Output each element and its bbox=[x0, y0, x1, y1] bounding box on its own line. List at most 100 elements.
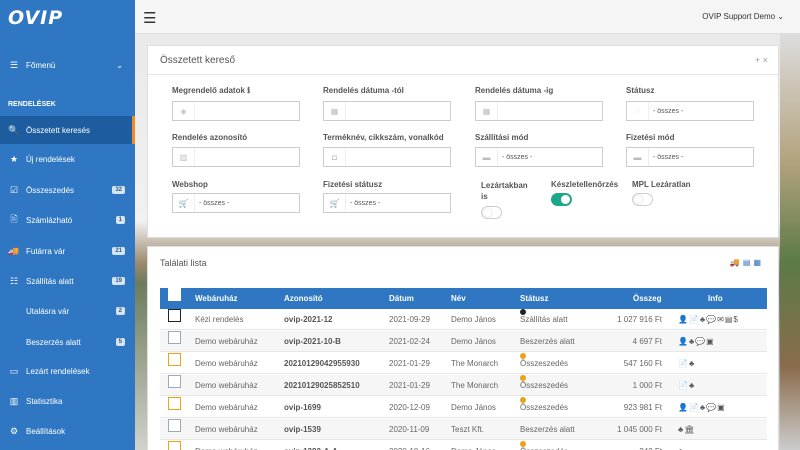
shipping-select[interactable]: ▬ - összes - bbox=[475, 147, 603, 167]
status-text: Összeszedés bbox=[520, 381, 569, 390]
sidebar-item-invoiceable[interactable]: 🖹 Számlázható 1 bbox=[0, 206, 135, 234]
payment-select[interactable]: ▬ - összes - bbox=[626, 147, 754, 167]
sidebar: OVIP ☰ Főmenü ⌄ RENDELÉSEK 🔍 Összetett k… bbox=[0, 0, 135, 450]
sidebar-item-main-menu[interactable]: ☰ Főmenü ⌄ bbox=[0, 51, 135, 79]
column-header[interactable]: Összeg bbox=[633, 288, 661, 309]
cell-order-id[interactable]: ovip-1699 bbox=[284, 397, 321, 418]
sidebar-item-statistics[interactable]: ▥ Statisztika bbox=[0, 387, 135, 415]
sidebar-item-closed-orders[interactable]: ▭ Lezárt rendelések bbox=[0, 357, 135, 385]
stock-check-toggle[interactable] bbox=[551, 193, 572, 206]
sidebar-item-label: Összetett keresés bbox=[26, 125, 91, 135]
date-to-field[interactable]: ▦ bbox=[475, 101, 603, 121]
product-field[interactable]: ◘ bbox=[323, 147, 451, 167]
cell-order-id[interactable]: 20210129025852510 bbox=[284, 375, 360, 396]
cell-amount: 923 981 Ft bbox=[623, 403, 662, 412]
info-icon[interactable]: ℹ bbox=[247, 86, 250, 95]
user-menu[interactable]: OVIP Support Demo ⌄ bbox=[702, 12, 784, 21]
webshop-select[interactable]: 🛒 - összes - bbox=[172, 193, 300, 213]
sidebar-item-label: Beszerzés alatt bbox=[26, 337, 81, 347]
status-text: Beszerzés alatt bbox=[520, 337, 575, 346]
cell-amount: 1 000 Ft bbox=[632, 381, 662, 390]
table-icon[interactable]: ▤ bbox=[743, 258, 754, 267]
cell-info-icons[interactable]: 📄♣ bbox=[678, 353, 695, 374]
cell-info-icons[interactable]: 👤📄♣💬▣ bbox=[678, 397, 726, 418]
payment-status-select[interactable]: 🛒 - összes - bbox=[323, 193, 451, 213]
sidebar-item-label: Statisztika bbox=[26, 396, 63, 406]
mpl-unlocked-toggle[interactable] bbox=[632, 193, 653, 206]
table-row[interactable]: Demo webáruház ovip-1699 2020-12-09 Demo Já… bbox=[160, 397, 767, 418]
cell-order-id[interactable]: ovip-1539 bbox=[284, 419, 321, 440]
sidebar-item-advanced-search[interactable]: 🔍 Összetett keresés bbox=[0, 116, 135, 144]
select-all-checkbox[interactable] bbox=[168, 288, 181, 301]
column-header[interactable]: Státusz bbox=[520, 288, 548, 309]
hamburger-icon[interactable]: ☰ bbox=[143, 9, 156, 27]
cell-order-id[interactable]: ovip-1382-A-A bbox=[284, 441, 338, 450]
cell-date: 2020-11-09 bbox=[389, 425, 430, 434]
cell-name: The Monarch bbox=[451, 381, 499, 390]
row-checkbox[interactable] bbox=[168, 331, 181, 344]
row-checkbox[interactable] bbox=[168, 375, 181, 388]
cell-date: 2021-01-29 bbox=[389, 381, 430, 390]
cell-info-icons[interactable]: 👤📄♣💬✉▤$ bbox=[678, 309, 739, 330]
table-row[interactable]: Kézi rendelés ovip-2021-12 2021-09-29 Demo … bbox=[160, 309, 767, 330]
truck-icon[interactable]: 🚚 bbox=[730, 258, 743, 267]
cell-name: The Monarch bbox=[451, 359, 499, 368]
status-select[interactable]: ◌ - összes - bbox=[626, 101, 754, 121]
sidebar-item-label: Szállítás alatt bbox=[26, 276, 74, 286]
locked-toggle[interactable] bbox=[481, 206, 502, 219]
sidebar-item-procurement[interactable]: Beszerzés alatt 5 bbox=[0, 328, 135, 356]
table-row[interactable]: Demo webáruház 20210129025852510 2021-01-2… bbox=[160, 375, 767, 396]
row-checkbox[interactable] bbox=[168, 419, 181, 432]
cell-info-icons[interactable]: 👤♣💬▣ bbox=[678, 331, 715, 352]
count-badge: 21 bbox=[112, 247, 125, 255]
date-from-field[interactable]: ▦ bbox=[323, 101, 451, 121]
truck-icon: ▬ bbox=[476, 148, 498, 166]
column-header[interactable]: Azonosító bbox=[284, 288, 323, 309]
cell-order-id[interactable]: ovip-2021-12 bbox=[284, 309, 332, 330]
select-value: - összes - bbox=[199, 199, 230, 207]
sidebar-item-settings[interactable]: ⚙ Beállítások bbox=[0, 417, 135, 445]
cell-webshop: Demo webáruház bbox=[195, 337, 258, 346]
advanced-search-panel: Összetett kereső + × Megrendelő adatok ℹ… bbox=[147, 45, 779, 238]
row-checkbox[interactable] bbox=[168, 353, 181, 366]
mpl-unlocked-label: MPL Lezáratlan bbox=[632, 180, 691, 189]
customer-field[interactable]: ◈ bbox=[172, 101, 300, 121]
cell-info-icons[interactable]: 📄♣ bbox=[678, 375, 695, 396]
sidebar-item-awaiting-transfer[interactable]: Utalásra vár 2 bbox=[0, 297, 135, 325]
row-checkbox[interactable] bbox=[168, 441, 181, 450]
grid-icon[interactable]: ▦ bbox=[753, 258, 764, 267]
label-text: Megrendelő adatok bbox=[172, 86, 245, 95]
table-row[interactable]: Demo webáruház 20210129042955930 2021-01-2… bbox=[160, 353, 767, 374]
cell-info-icons[interactable]: ♣🏛 bbox=[678, 419, 695, 440]
cell-info-icons[interactable]: ♣ bbox=[678, 441, 684, 450]
gear-icon: ⚙ bbox=[9, 425, 19, 436]
table-row[interactable]: Demo webáruház ovip-1539 2020-11-09 Teszt K… bbox=[160, 419, 767, 440]
toggle-knob bbox=[634, 195, 643, 204]
status-text: Szállítás alatt bbox=[520, 315, 568, 324]
column-header[interactable]: Webáruház bbox=[195, 288, 238, 309]
ovip-logo[interactable]: OVIP bbox=[0, 0, 135, 36]
row-checkbox[interactable] bbox=[168, 397, 181, 410]
invoice-icon: 🖹 bbox=[10, 214, 18, 224]
row-checkbox[interactable] bbox=[168, 309, 181, 322]
cell-order-id[interactable]: ovip-2021-10-B bbox=[284, 331, 341, 352]
column-header[interactable]: Dátum bbox=[389, 288, 414, 309]
cell-date: 2021-02-24 bbox=[389, 337, 430, 346]
cell-amount: 242 Ft bbox=[639, 441, 662, 450]
table-row[interactable]: Demo webáruház ovip-1382-A-A 2020-10-16 Dem… bbox=[160, 441, 767, 450]
order-id-field[interactable]: ▥ bbox=[172, 147, 300, 167]
sidebar-item-new-orders[interactable]: ★ Új rendelések bbox=[0, 145, 135, 173]
table-row[interactable]: Demo webáruház ovip-2021-10-B 2021-02-24 De… bbox=[160, 331, 767, 352]
top-bar: ☰ OVIP Support Demo ⌄ bbox=[135, 0, 800, 34]
truck-icon: ▬ bbox=[627, 148, 649, 166]
cell-webshop: Demo webáruház bbox=[195, 359, 258, 368]
sidebar-item-label: Számlázható bbox=[26, 215, 73, 225]
count-badge: 19 bbox=[112, 277, 125, 285]
sidebar-item-label: Beállítások bbox=[26, 426, 66, 436]
sidebar-item-in-transit[interactable]: ☷ Szállítás alatt 19 bbox=[0, 267, 135, 295]
column-header[interactable]: Név bbox=[451, 288, 466, 309]
sidebar-item-picking[interactable]: ☑ Összeszedés 32 bbox=[0, 176, 135, 204]
cell-order-id[interactable]: 20210129042955930 bbox=[284, 353, 360, 374]
panel-tools[interactable]: + × bbox=[755, 55, 768, 65]
sidebar-item-awaiting-courier[interactable]: 🚚 Futárra vár 21 bbox=[0, 237, 135, 265]
